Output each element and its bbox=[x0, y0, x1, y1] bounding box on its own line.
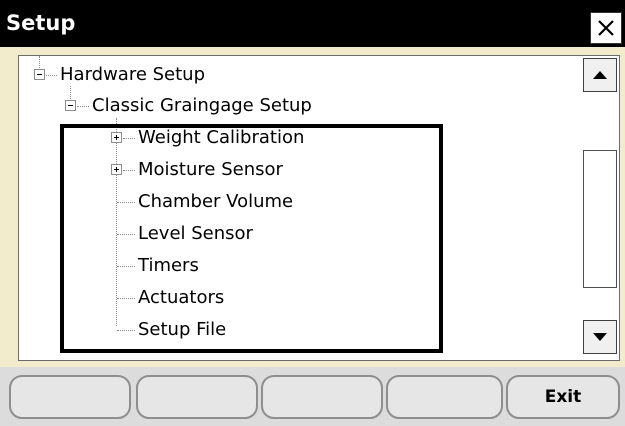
scroll-down-button[interactable] bbox=[583, 320, 617, 354]
expand-icon[interactable] bbox=[111, 164, 122, 175]
tree-item-label: Moisture Sensor bbox=[138, 159, 283, 180]
tree-item-chamber-volume[interactable]: Chamber Volume bbox=[19, 189, 419, 215]
tree-item-label: Classic Graingage Setup bbox=[92, 95, 312, 116]
tree-item-label: Weight Calibration bbox=[138, 127, 305, 148]
button-bar: Exit bbox=[0, 367, 625, 426]
close-icon bbox=[598, 20, 614, 36]
tree-item-hardware-setup[interactable]: Hardware Setup bbox=[19, 62, 319, 88]
arrow-up-icon bbox=[593, 71, 607, 79]
scroll-up-button[interactable] bbox=[583, 58, 617, 92]
tree-connector bbox=[46, 75, 57, 76]
scroll-thumb[interactable] bbox=[583, 150, 617, 288]
soft-button-4[interactable] bbox=[386, 375, 503, 419]
collapse-icon[interactable] bbox=[65, 100, 76, 111]
arrow-down-icon bbox=[593, 333, 607, 341]
close-button[interactable] bbox=[590, 12, 622, 44]
tree-connector bbox=[117, 266, 135, 267]
window-title: Setup bbox=[6, 11, 76, 35]
tree-item-label: Hardware Setup bbox=[60, 64, 206, 85]
collapse-icon[interactable] bbox=[34, 69, 45, 80]
tree-item-label: Level Sensor bbox=[138, 223, 253, 244]
setup-tree: Hardware Setup Classic Graingage Setup W… bbox=[18, 55, 620, 361]
tree-item-moisture-sensor[interactable]: Moisture Sensor bbox=[19, 157, 419, 183]
vertical-scrollbar[interactable] bbox=[583, 58, 617, 354]
tree-item-actuators[interactable]: Actuators bbox=[19, 285, 419, 311]
tree-item-level-sensor[interactable]: Level Sensor bbox=[19, 221, 419, 247]
soft-button-3[interactable] bbox=[261, 375, 383, 419]
title-bar: Setup bbox=[0, 0, 625, 47]
soft-button-1[interactable] bbox=[9, 375, 131, 419]
expand-icon[interactable] bbox=[111, 132, 122, 143]
tree-connector bbox=[117, 202, 135, 203]
tree-connector bbox=[123, 138, 135, 139]
tree-item-classic-graingage-setup[interactable]: Classic Graingage Setup bbox=[19, 93, 419, 119]
tree-item-setup-file[interactable]: Setup File bbox=[19, 317, 419, 343]
tree-item-label: Timers bbox=[138, 255, 199, 276]
exit-button[interactable]: Exit bbox=[506, 375, 620, 419]
tree-connector bbox=[117, 298, 135, 299]
tree-item-timers[interactable]: Timers bbox=[19, 253, 419, 279]
tree-item-label: Setup File bbox=[138, 319, 227, 340]
tree-item-weight-calibration[interactable]: Weight Calibration bbox=[19, 125, 419, 151]
tree-connector bbox=[117, 234, 135, 235]
setup-window: Setup Hardware Setup Classic Graingage S… bbox=[0, 0, 625, 426]
tree-connector bbox=[123, 170, 135, 171]
tree-connector bbox=[117, 330, 135, 331]
tree-item-label: Chamber Volume bbox=[138, 191, 294, 212]
soft-button-2[interactable] bbox=[136, 375, 258, 419]
tree-connector bbox=[77, 106, 89, 107]
tree-item-label: Actuators bbox=[138, 287, 225, 308]
